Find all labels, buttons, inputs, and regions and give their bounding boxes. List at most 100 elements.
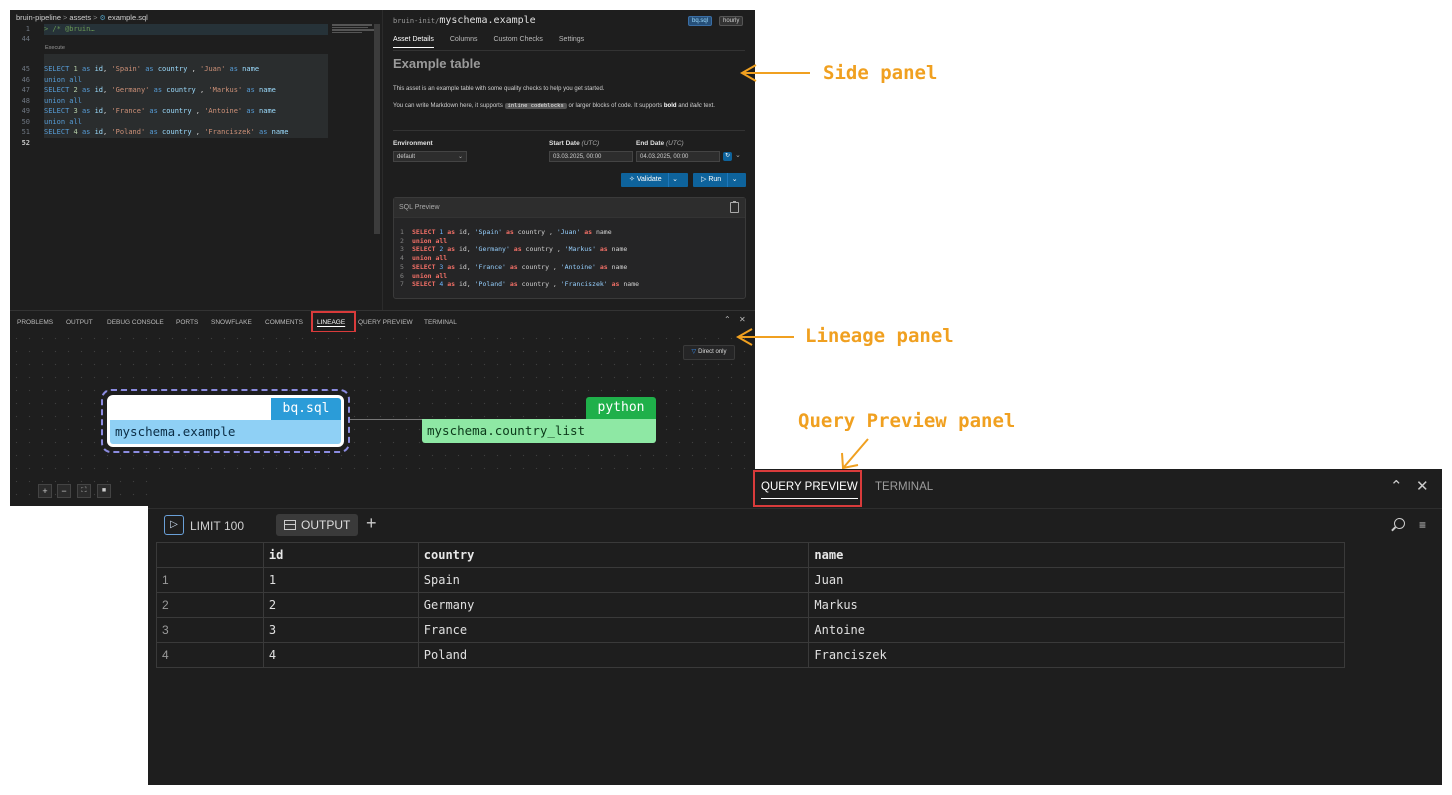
output-label: OUTPUT [301, 518, 351, 532]
tab-terminal[interactable]: TERMINAL [424, 319, 457, 326]
tab-output[interactable]: OUTPUT [66, 319, 93, 326]
output-tab-button[interactable]: OUTPUT [276, 514, 358, 536]
filter-list-icon[interactable]: ≡ [1419, 518, 1426, 532]
play-icon[interactable]: ▷ [164, 515, 184, 535]
minimap[interactable] [332, 24, 376, 38]
cell-country[interactable]: France [417, 617, 810, 643]
chevron-down-icon[interactable]: ⌄ [727, 173, 741, 187]
tab-terminal[interactable]: TERMINAL [875, 481, 933, 493]
cell-name[interactable]: Markus [808, 592, 1345, 618]
run-button[interactable]: ▷ Run ⌄ [693, 173, 746, 187]
lineage-node-myschema-example[interactable]: bq.sql myschema.example [107, 395, 344, 447]
code-line[interactable]: 49 SELECT 3 as id, 'France' as country , … [10, 106, 276, 117]
code-editor[interactable]: bruin-pipeline > assets > ⚙ example.sql Execu… [10, 10, 382, 310]
cell-id[interactable]: 1 [262, 567, 419, 593]
code-line[interactable]: 48 union all [10, 96, 82, 107]
line-number: 6 [400, 271, 404, 280]
tab-query-preview[interactable]: QUERY PREVIEW [358, 319, 413, 326]
direct-only-button[interactable]: ▽ Direct only [683, 345, 735, 360]
code-token: 'France' [111, 107, 146, 115]
preview-code-line: 6 union all [400, 272, 447, 281]
tab-snowflake[interactable]: SNOWFLAKE [211, 319, 252, 326]
preview-code-line: 7 SELECT 4 as id, 'Poland' as country , '… [400, 280, 639, 289]
cell-name[interactable]: Antoine [808, 617, 1345, 643]
cell-name[interactable]: Franciszek [808, 642, 1345, 668]
zoom-in-icon[interactable]: + [38, 484, 52, 498]
lineage-tab-highlight [311, 311, 356, 333]
code-line[interactable]: 46 union all [10, 75, 82, 86]
plus-icon[interactable]: + [366, 513, 377, 534]
code-line[interactable]: 1 > /* @bruin… [10, 24, 95, 35]
code-line[interactable]: 45 SELECT 1 as id, 'Spain' as country , '… [10, 64, 259, 75]
breadcrumb-item-pipeline[interactable]: bruin-pipeline [16, 13, 61, 22]
code-token: union all [44, 76, 82, 84]
cell-id[interactable]: 2 [262, 592, 419, 618]
run-text: Run [708, 176, 722, 183]
start-date-label-text: Start Date [549, 140, 580, 147]
clipboard-icon[interactable] [730, 201, 739, 213]
direct-only-label: Direct only [698, 349, 727, 355]
end-date-input[interactable]: 04.03.2025, 00:00 [636, 151, 720, 162]
code-token: as [140, 65, 158, 73]
code-line[interactable]: 51 SELECT 4 as id, 'Poland' as country , … [10, 127, 289, 138]
table-row[interactable]: 3 3 France Antoine [156, 617, 1345, 643]
desc-italic: italic [689, 103, 702, 109]
cell-country[interactable]: Germany [417, 592, 810, 618]
cell-id[interactable]: 3 [262, 617, 419, 643]
breadcrumb-item-assets[interactable]: assets [69, 13, 91, 22]
lineage-node-country-list[interactable]: python myschema.country_list [422, 397, 656, 445]
chevron-down-icon[interactable]: ⌄ [735, 151, 741, 159]
chevron-up-icon[interactable]: ⌃ [724, 315, 731, 324]
tab-settings[interactable]: Settings [559, 36, 584, 48]
code-token: as [242, 86, 260, 94]
search-icon[interactable] [1394, 518, 1405, 529]
funnel-icon: ▽ [691, 349, 697, 355]
code-line[interactable]: 50 union all [10, 117, 82, 128]
tab-asset-details[interactable]: Asset Details [393, 36, 434, 48]
row-number: 2 [156, 592, 264, 618]
column-header-country[interactable]: country [417, 542, 810, 568]
sync-icon[interactable]: ↻ [723, 152, 732, 161]
cell-name[interactable]: Juan [808, 567, 1345, 593]
environment-select[interactable]: default ⌄ [393, 151, 467, 162]
code-line[interactable]: 47 SELECT 2 as id, 'Germany' as country ,… [10, 85, 276, 96]
tab-custom-checks[interactable]: Custom Checks [493, 36, 542, 48]
table-row[interactable]: 4 4 Poland Franciszek [156, 642, 1345, 668]
cell-country[interactable]: Poland [417, 642, 810, 668]
editor-scrollbar[interactable] [374, 24, 380, 234]
zoom-out-icon[interactable]: − [57, 484, 71, 498]
code-token: as [77, 107, 95, 115]
chevron-down-icon[interactable]: ⌄ [667, 173, 682, 187]
table-row[interactable]: 1 1 Spain Juan [156, 567, 1345, 593]
code-token: , [191, 107, 205, 115]
chevron-up-icon[interactable]: ⌃ [1390, 477, 1403, 495]
close-icon[interactable]: ✕ [739, 315, 746, 324]
table-row[interactable]: 2 2 Germany Markus [156, 592, 1345, 618]
asset-title[interactable]: Example table [393, 56, 480, 71]
code-token: as [225, 65, 243, 73]
column-header-rownum[interactable] [156, 542, 264, 568]
tab-columns[interactable]: Columns [450, 36, 478, 48]
code-line[interactable]: 52 [10, 138, 44, 149]
start-date-input[interactable]: 03.03.2025, 00:00 [549, 151, 633, 162]
limit-input[interactable] [224, 517, 272, 534]
code-token: 'Germany' [111, 86, 150, 94]
code-line[interactable]: 44 [10, 34, 44, 45]
line-number: 50 [21, 118, 30, 126]
tab-debug-console[interactable]: DEBUG CONSOLE [107, 319, 164, 326]
column-header-id[interactable]: id [262, 542, 419, 568]
fit-view-icon[interactable]: ⛶ [77, 484, 91, 498]
asset-description-line1: This asset is an example table with some… [393, 86, 605, 92]
close-icon[interactable]: ✕ [1416, 477, 1429, 495]
validate-button[interactable]: ✧ Validate ⌄ [621, 173, 688, 187]
breadcrumb-item-file[interactable]: example.sql [108, 13, 148, 22]
lock-icon[interactable]: ■ [97, 484, 111, 498]
tab-problems[interactable]: PROBLEMS [17, 319, 53, 326]
tab-ports[interactable]: PORTS [176, 319, 198, 326]
tab-comments[interactable]: COMMENTS [265, 319, 303, 326]
execute-codelens[interactable]: Execute [45, 45, 65, 51]
cell-id[interactable]: 4 [262, 642, 419, 668]
column-header-name[interactable]: name [808, 542, 1345, 568]
code-token: SELECT [412, 262, 440, 271]
cell-country[interactable]: Spain [417, 567, 810, 593]
